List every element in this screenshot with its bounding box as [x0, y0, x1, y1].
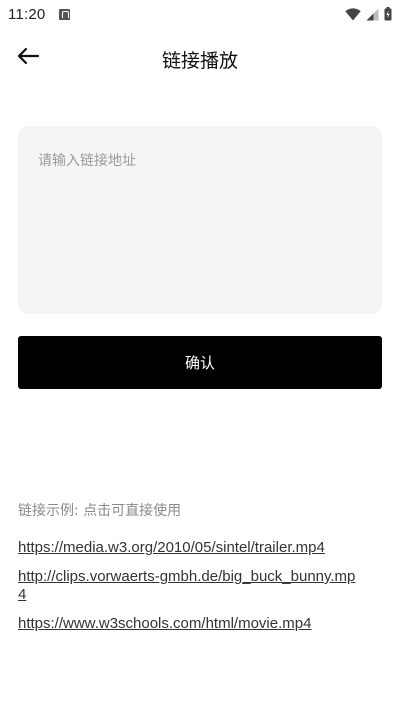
- app-notification-icon: [59, 8, 71, 20]
- example-link[interactable]: https://media.w3.org/2010/05/sintel/trai…: [18, 539, 358, 557]
- cellular-signal-icon: [366, 8, 379, 21]
- app-header: 链接播放: [0, 36, 400, 80]
- examples-heading: 链接示例: 点击可直接使用: [18, 503, 182, 519]
- status-icons: [345, 7, 392, 21]
- example-link[interactable]: http://clips.vorwaerts-gmbh.de/big_buck_…: [18, 568, 358, 604]
- link-play-screen: 11:20 链接播放 请输入链接地址 确认 链接示例: 点击可直接使用 http…: [0, 0, 400, 711]
- example-link-list: https://media.w3.org/2010/05/sintel/trai…: [18, 539, 358, 644]
- page-title: 链接播放: [161, 50, 238, 72]
- wifi-icon: [345, 7, 361, 21]
- link-url-input[interactable]: [18, 126, 382, 314]
- status-bar: 11:20: [0, 0, 400, 28]
- status-time: 11:20: [8, 5, 46, 23]
- battery-icon: [384, 7, 392, 21]
- example-link[interactable]: https://www.w3schools.com/html/movie.mp4: [18, 615, 358, 633]
- confirm-button[interactable]: 确认: [18, 336, 382, 389]
